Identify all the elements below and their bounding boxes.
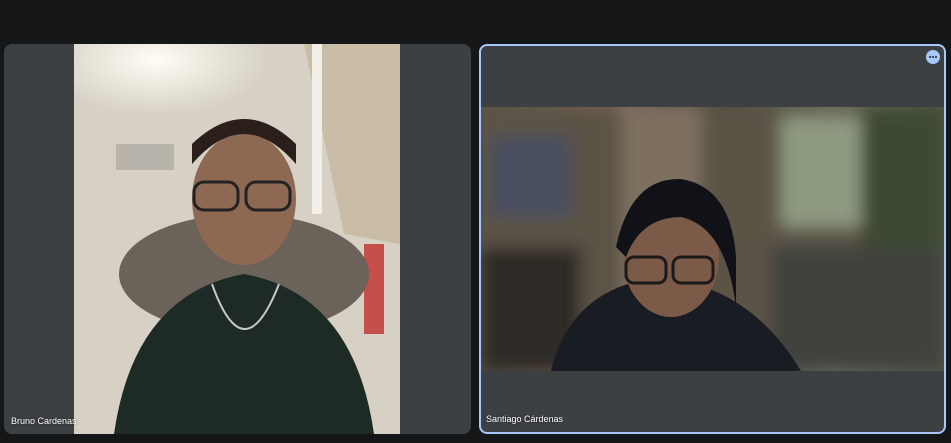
participant-video-frame <box>74 44 400 434</box>
top-bar <box>0 0 951 40</box>
more-options-button[interactable] <box>926 50 940 64</box>
participant-name-label: Bruno Cardenas <box>11 416 77 426</box>
participant-video-frame <box>481 107 944 371</box>
participant-tile-bruno[interactable]: Bruno Cardenas <box>4 44 471 434</box>
participant-video <box>74 44 400 434</box>
participant-video <box>481 107 944 371</box>
participant-tile-santiago[interactable]: Santiago Cárdenas <box>479 44 946 434</box>
participant-name-label: Santiago Cárdenas <box>486 414 564 424</box>
more-horizontal-icon <box>928 56 931 58</box>
meeting-stage: Bruno Cardenas Santiago Cárdenas <box>0 0 951 443</box>
